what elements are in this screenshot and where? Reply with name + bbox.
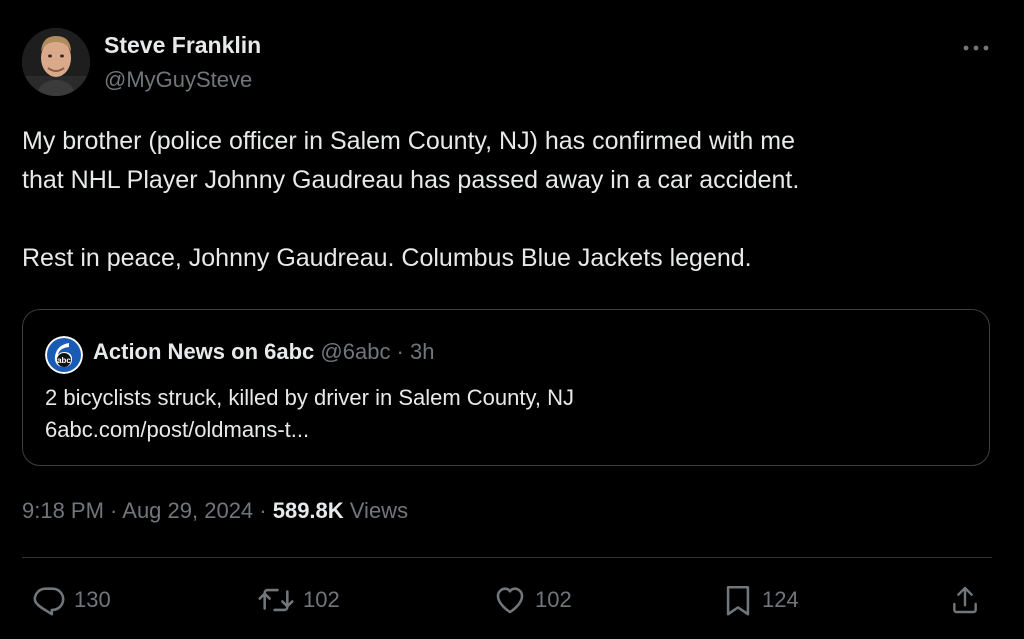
tweet-meta: 9:18 PM · Aug 29, 2024 · 589.8K Views [22, 498, 408, 524]
quoted-tweet-card[interactable]: abc Action News on 6abc @6abc · 3h 2 bic… [22, 309, 990, 466]
author-handle[interactable]: @MyGuySteve [104, 67, 252, 93]
repost-button[interactable]: 102 [257, 583, 340, 617]
bookmark-button[interactable]: 124 [722, 583, 799, 617]
more-options-button[interactable] [956, 34, 996, 62]
heart-icon [496, 587, 524, 614]
quote-author-meta: @6abc · 3h [320, 339, 435, 364]
author-avatar[interactable] [22, 28, 90, 96]
tweet-text-line: My brother (police officer in Salem Coun… [22, 127, 795, 155]
views-count: 589.8K [272, 498, 344, 523]
divider [22, 557, 992, 558]
reply-button[interactable]: 130 [32, 583, 111, 617]
author-photo [22, 28, 90, 96]
like-count: 102 [535, 587, 572, 612]
quote-header: Action News on 6abc @6abc · 3h [93, 338, 434, 366]
bookmark-count: 124 [762, 587, 799, 612]
6abc-logo-icon: abc [45, 336, 83, 374]
author-display-name[interactable]: Steve Franklin [104, 32, 261, 59]
repost-count: 102 [303, 587, 340, 612]
reply-icon [33, 587, 65, 616]
share-icon [953, 586, 977, 614]
tweet-text-line: that NHL Player Johnny Gaudreau has pass… [22, 166, 800, 194]
quote-body: 2 bicyclists struck, killed by driver in… [45, 382, 574, 446]
quote-avatar: abc [45, 336, 83, 374]
share-button[interactable] [949, 583, 981, 617]
quote-author-name[interactable]: Action News on 6abc [93, 339, 314, 364]
views-label: Views [343, 498, 409, 523]
bookmark-icon [726, 585, 750, 616]
quote-link[interactable]: 6abc.com/post/oldmans-t... [45, 414, 574, 446]
tweet-text-line: Rest in peace, Johnny Gaudreau. Columbus… [22, 244, 752, 272]
tweet: Steve Franklin @MyGuySteve My brother (p… [0, 0, 1024, 639]
more-horizontal-icon [963, 45, 989, 51]
repost-icon [258, 588, 294, 612]
tweet-timestamp[interactable]: 9:18 PM · Aug 29, 2024 · [22, 498, 273, 523]
6abc-logo-text: abc [57, 356, 71, 365]
like-button[interactable]: 102 [493, 583, 572, 617]
quote-headline: 2 bicyclists struck, killed by driver in… [45, 385, 574, 410]
reply-count: 130 [74, 587, 111, 612]
tweet-text: My brother (police officer in Salem Coun… [22, 122, 992, 278]
